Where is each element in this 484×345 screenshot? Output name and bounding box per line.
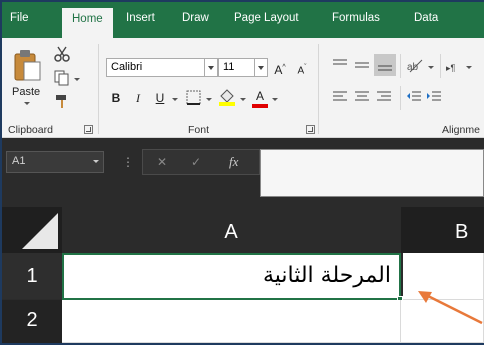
grow-font-button[interactable]: A^: [272, 58, 288, 78]
ribbon: Paste Clipboard Calibri 11 A^ Aˇ B I U A…: [2, 38, 484, 138]
column-header-b[interactable]: B: [401, 207, 484, 253]
excel-window: File Home Insert Draw Page Layout Formul…: [2, 2, 484, 343]
tab-draw[interactable]: Draw: [182, 12, 209, 24]
ribbon-separator: [98, 44, 99, 134]
clipboard-icon: [14, 50, 41, 81]
underline-button[interactable]: U: [152, 88, 168, 108]
font-size-value: 11: [223, 61, 235, 73]
shrink-font-button[interactable]: Aˇ: [294, 58, 310, 78]
cell-a2[interactable]: [62, 300, 401, 343]
orientation-icon[interactable]: ab: [406, 58, 424, 74]
tab-formulas[interactable]: Formulas: [332, 12, 380, 24]
name-box-value: A1: [12, 155, 26, 167]
svg-text:▸¶: ▸¶: [446, 63, 456, 73]
font-color-button[interactable]: A: [252, 86, 268, 106]
font-group-label: Font: [188, 124, 210, 136]
tab-home[interactable]: Home: [62, 8, 113, 38]
select-all-corner[interactable]: [2, 207, 62, 253]
format-painter-icon[interactable]: [54, 94, 70, 110]
font-launcher-icon[interactable]: [306, 125, 315, 134]
fill-color-icon[interactable]: [218, 88, 236, 106]
formula-bar: A1 ⋮ ✕ ✓ fx: [2, 139, 484, 197]
text-direction-icon[interactable]: ▸¶: [446, 60, 462, 74]
copy-icon[interactable]: [54, 70, 70, 86]
insert-function-icon[interactable]: fx: [229, 154, 238, 170]
name-box[interactable]: A1: [6, 151, 104, 173]
tab-insert[interactable]: Insert: [126, 12, 155, 24]
column-header-a[interactable]: A: [62, 207, 400, 253]
borders-icon[interactable]: [186, 90, 202, 106]
align-center-icon[interactable]: [354, 90, 370, 104]
row-header-1[interactable]: 1: [2, 253, 62, 299]
chevron-down-icon[interactable]: [254, 59, 267, 76]
align-left-icon[interactable]: [332, 90, 348, 104]
formula-input[interactable]: [260, 149, 484, 197]
font-size-combo[interactable]: 11: [218, 58, 268, 77]
italic-button[interactable]: I: [130, 88, 146, 108]
align-right-icon[interactable]: [376, 90, 392, 104]
more-options-icon[interactable]: ⋮: [122, 155, 134, 169]
cell-a1-text: المرحلة الثانية: [262, 263, 391, 288]
tab-data[interactable]: Data: [414, 12, 438, 24]
cut-icon[interactable]: [54, 46, 70, 62]
paste-label: Paste: [12, 86, 41, 98]
tab-file[interactable]: File: [10, 12, 29, 24]
decrease-indent-icon[interactable]: [406, 90, 422, 104]
ribbon-separator: [440, 54, 441, 78]
pointer-arrow-icon: [418, 291, 483, 325]
ribbon-separator: [318, 44, 319, 134]
ribbon-tab-bar: File Home Insert Draw Page Layout Formul…: [2, 2, 484, 38]
font-name-value: Calibri: [111, 61, 143, 73]
clipboard-group-label: Clipboard: [8, 124, 53, 136]
align-bottom-icon: [378, 65, 392, 71]
chevron-down-icon[interactable]: [204, 59, 217, 76]
paste-button[interactable]: Paste: [8, 44, 48, 105]
alignment-group-label: Alignme: [442, 124, 480, 136]
cancel-icon[interactable]: ✕: [157, 155, 167, 169]
clipboard-launcher-icon[interactable]: [84, 125, 93, 134]
ribbon-separator: [400, 54, 401, 78]
enter-icon[interactable]: ✓: [191, 155, 201, 169]
align-middle-icon[interactable]: [354, 58, 370, 72]
font-color-swatch: [252, 104, 268, 108]
formula-buttons: ✕ ✓ fx: [142, 149, 260, 175]
increase-indent-icon[interactable]: [426, 90, 442, 104]
bold-button[interactable]: B: [108, 88, 124, 108]
svg-text:ab: ab: [407, 62, 419, 73]
align-top-icon[interactable]: [332, 58, 348, 72]
spreadsheet-grid: A B 1 2 المرحلة الثانية: [2, 207, 484, 343]
font-name-combo[interactable]: Calibri: [106, 58, 218, 77]
align-bottom-button[interactable]: [374, 54, 396, 76]
ribbon-separator: [400, 86, 401, 110]
tab-page-layout[interactable]: Page Layout: [234, 12, 299, 24]
cell-a1[interactable]: المرحلة الثانية: [62, 253, 401, 300]
row-header-2[interactable]: 2: [2, 300, 62, 343]
